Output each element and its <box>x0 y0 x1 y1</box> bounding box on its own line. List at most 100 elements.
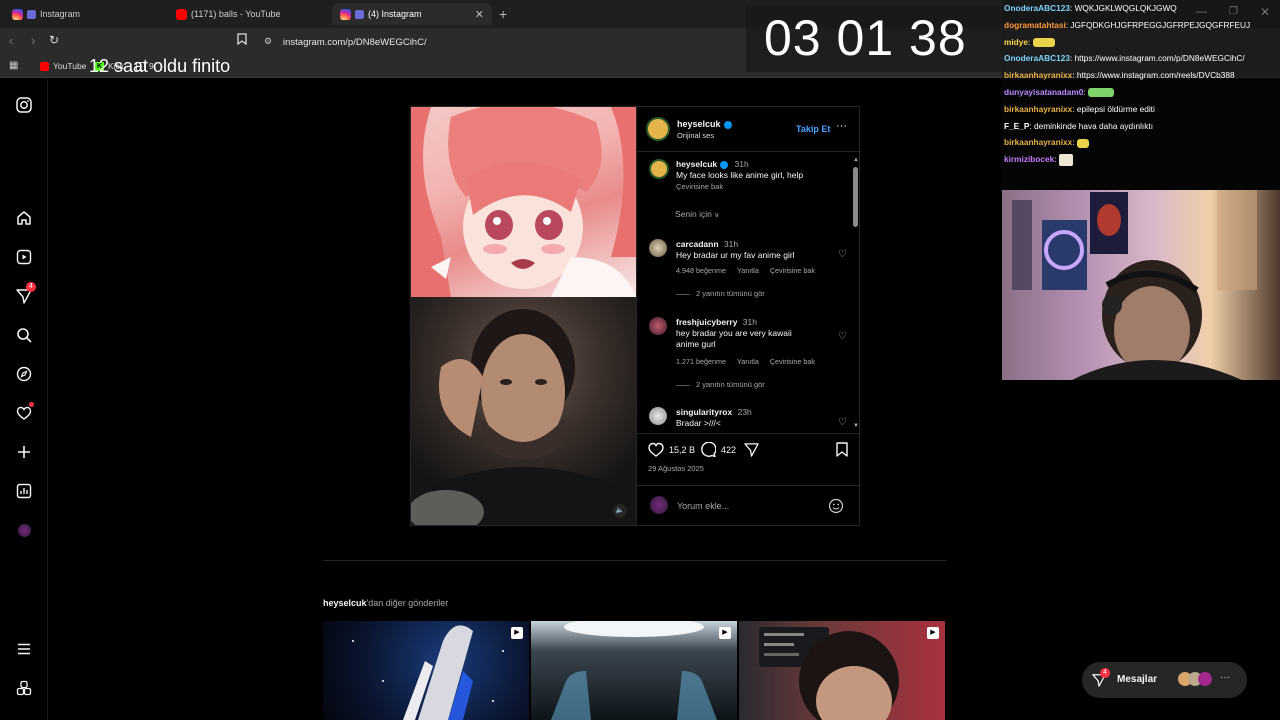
comment-time: 23h <box>737 407 752 417</box>
messages-button[interactable]: 4 Mesajlar ··· <box>1082 662 1247 698</box>
tab-youtube[interactable]: (1171) balls - YouTube <box>168 3 328 25</box>
scroll-down-icon[interactable]: ▼ <box>853 423 859 429</box>
chevron-down-icon: ∨ <box>714 212 720 219</box>
follow-button[interactable]: Takip Et <box>796 124 830 134</box>
bookmark-page-icon[interactable] <box>237 33 247 48</box>
comment-item: singularityrox 23h Bradar >///< ♡ <box>649 407 849 429</box>
scroll-up-icon[interactable]: ▲ <box>853 157 859 163</box>
apps-grid-icon[interactable]: ▦ <box>9 60 18 71</box>
commenter-avatar[interactable] <box>649 317 667 335</box>
comment-icon[interactable] <box>700 442 716 457</box>
dashboard-icon[interactable] <box>14 481 34 501</box>
search-icon[interactable] <box>14 325 34 345</box>
youtube-icon <box>176 8 187 20</box>
caption: heyselcuk 31h My face looks like anime g… <box>649 159 849 192</box>
comment-count[interactable]: 422 <box>721 445 736 455</box>
chat-username: OnoderaABC123 <box>1004 53 1070 64</box>
like-count[interactable]: 15,2 B <box>669 445 695 455</box>
section-divider <box>323 560 947 561</box>
messages-badge: 4 <box>1100 668 1110 678</box>
author-avatar[interactable] <box>646 117 670 141</box>
comment-likes[interactable]: 1.271 beğenme <box>676 357 726 366</box>
more-options-icon[interactable]: ··· <box>836 120 847 132</box>
like-comment-icon[interactable]: ♡ <box>838 331 847 342</box>
room-illustration <box>551 621 717 720</box>
translate-button[interactable]: Çevirisine bak <box>770 266 815 275</box>
home-icon[interactable] <box>14 208 34 228</box>
comment-likes[interactable]: 4.948 beğenme <box>676 266 726 275</box>
caption-time: 31h <box>734 159 749 169</box>
comment-item: carcadann 31h Hey bradar ur my fav anime… <box>649 239 849 299</box>
reel-icon: ▶ <box>719 627 731 639</box>
comments-area: heyselcuk 31h My face looks like anime g… <box>637 153 861 433</box>
chat-message: kirmizibocek: <box>1002 151 1280 168</box>
reply-button[interactable]: Yanıtla <box>737 357 759 366</box>
commenter-username[interactable]: freshjuicyberry <box>676 317 737 327</box>
chat-text: epilepsi öldürme editi <box>1076 103 1155 114</box>
more-posts-suffix: 'dan diğer gönderiler <box>366 598 449 608</box>
chat-message: birkaanhayranixx: epilepsi öldürme editi <box>1004 103 1155 114</box>
reload-icon[interactable]: ↻ <box>49 33 59 47</box>
caption-translate-link[interactable]: Çevirisine bak <box>676 181 849 192</box>
thumbnail-person[interactable]: ▶ <box>739 621 945 720</box>
also-from-meta-icon[interactable] <box>14 678 34 698</box>
chat-text: deminkinde hava daha aydınlıktı <box>1034 120 1154 131</box>
view-replies[interactable]: 2 yanıtın tümünü gör <box>676 288 849 299</box>
close-tab-icon[interactable]: ✕ <box>475 8 484 21</box>
like-comment-icon[interactable]: ♡ <box>838 249 847 260</box>
sort-label: Senin için <box>675 209 712 219</box>
menu-icon[interactable] <box>14 639 34 659</box>
comments-scrollbar[interactable]: ▲ ▼ <box>852 157 859 431</box>
share-icon[interactable] <box>744 442 759 457</box>
notifications-icon[interactable] <box>14 402 34 423</box>
comment-item: freshjuicyberry 31h hey bradar you are v… <box>649 317 849 390</box>
audio-label[interactable]: Orijinal ses <box>677 130 732 141</box>
commenter-avatar[interactable] <box>649 407 667 425</box>
tab-group-icon <box>27 9 36 19</box>
save-icon[interactable] <box>836 442 848 457</box>
translate-button[interactable]: Çevirisine bak <box>770 357 815 366</box>
audio-toggle-icon[interactable]: 🔈 <box>613 504 627 518</box>
site-info-icon[interactable]: ⚙ <box>264 36 272 47</box>
post-image-anime[interactable] <box>411 107 636 297</box>
post-image-person[interactable]: 🔈 <box>411 297 636 525</box>
comment-input[interactable]: Yorum ekle... <box>677 501 729 511</box>
tab-instagram-1[interactable]: Instagram <box>4 3 164 25</box>
caption-text: My face looks like anime girl, help <box>676 170 804 180</box>
thumbnail-rocket[interactable]: ▶ <box>323 621 529 720</box>
commenter-username[interactable]: carcadann <box>676 239 719 249</box>
back-icon[interactable]: ‹ <box>9 33 13 48</box>
stream-timer: 03 01 38 <box>746 6 1002 72</box>
emote-icon <box>1087 88 1114 98</box>
profile-icon[interactable] <box>14 520 34 540</box>
reels-icon[interactable] <box>14 247 34 267</box>
person-thumbnail <box>759 627 899 720</box>
stream-chat: OnoderaABC123: WQKJGKLWQGLQKJGWQ dograma… <box>1002 0 1280 190</box>
messages-icon[interactable]: 4 <box>14 282 36 306</box>
like-comment-icon[interactable]: ♡ <box>838 417 847 428</box>
emoji-icon[interactable] <box>828 498 844 514</box>
comment-sort-dropdown[interactable]: Senin için ∨ <box>675 209 719 219</box>
bookmark-youtube[interactable]: YouTube <box>40 61 86 71</box>
comment-time: 31h <box>723 239 739 249</box>
more-icon: ··· <box>1220 672 1230 683</box>
instagram-icon[interactable] <box>14 95 34 115</box>
commenter-username[interactable]: singularityrox <box>676 407 732 417</box>
more-posts-username[interactable]: heyselcuk <box>323 598 367 608</box>
tab-instagram-active[interactable]: (4) Instagram ✕ <box>332 3 492 25</box>
author-username[interactable]: heyselcuk <box>677 119 721 129</box>
forward-icon[interactable]: › <box>31 33 35 48</box>
view-replies[interactable]: 2 yanıtın tümünü gör <box>676 379 849 390</box>
explore-icon[interactable] <box>14 364 34 384</box>
reply-button[interactable]: Yanıtla <box>737 266 759 275</box>
commenter-avatar[interactable] <box>649 239 667 257</box>
address-bar[interactable]: ⚙ instagram.com/p/DN8eWEGCihC/ <box>256 31 746 53</box>
scrollbar-thumb[interactable] <box>853 167 858 227</box>
new-tab-button[interactable]: + <box>499 6 507 22</box>
caption-username[interactable]: heyselcuk <box>676 159 717 169</box>
like-icon[interactable] <box>648 442 664 457</box>
author-avatar[interactable] <box>649 159 669 179</box>
thumbnail-room[interactable]: ▶ <box>531 621 737 720</box>
create-icon[interactable] <box>14 442 34 462</box>
post-sidebar: heyselcuk Orijinal ses Takip Et ··· heys… <box>636 107 861 525</box>
